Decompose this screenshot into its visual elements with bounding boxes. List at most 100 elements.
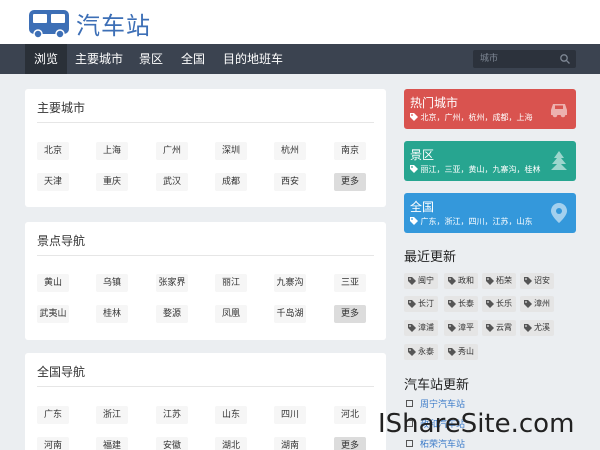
nav-item-scenic[interactable]: 景区 <box>134 44 168 74</box>
tag-icon <box>408 348 416 356</box>
city-chip[interactable]: 重庆 <box>96 173 128 191</box>
recent-tag[interactable]: 漳浦 <box>404 320 438 336</box>
scenic-chip[interactable]: 乌镇 <box>96 274 128 292</box>
city-chip[interactable]: 西安 <box>274 173 306 191</box>
recent-tag[interactable]: 长泰 <box>444 296 478 312</box>
tag-icon <box>448 277 456 285</box>
province-chip[interactable]: 四川 <box>274 406 306 424</box>
province-chip[interactable]: 河南 <box>37 437 69 450</box>
city-chip[interactable]: 南京 <box>334 142 366 160</box>
car-icon <box>551 104 567 118</box>
divider <box>37 122 374 123</box>
recent-tag[interactable]: 闽宁 <box>404 273 438 289</box>
card-list-text: 丽江，三亚，黄山，九寨沟，桂林 <box>420 165 541 174</box>
recent-tag[interactable]: 柘荣 <box>482 273 516 289</box>
nav-item-destination-bus[interactable]: 目的地班车 <box>220 44 286 74</box>
recent-tag[interactable]: 长汀 <box>404 296 438 312</box>
province-chip[interactable]: 浙江 <box>96 406 128 424</box>
more-button[interactable]: 更多 <box>334 437 366 450</box>
city-chip[interactable]: 上海 <box>96 142 128 160</box>
card-list-text: 广东，浙江，四川，江苏，山东 <box>420 217 533 226</box>
scenic-card[interactable]: 景区 丽江，三亚，黄山，九寨沟，桂林 <box>404 141 576 181</box>
tag-label: 长泰 <box>458 299 474 308</box>
site-title[interactable]: 汽车站 <box>76 6 151 41</box>
province-chip[interactable]: 山东 <box>215 406 247 424</box>
card-list-text: 北京，广州，杭州，成都，上海 <box>420 113 533 122</box>
search-icon[interactable] <box>559 53 571 65</box>
card-list: 北京，广州，杭州，成都，上海 <box>410 112 533 123</box>
province-chip[interactable]: 福建 <box>96 437 128 450</box>
tag-label: 漳州 <box>534 299 550 308</box>
list-bullet <box>406 400 413 407</box>
search-box <box>473 50 576 68</box>
city-chip[interactable]: 成都 <box>215 173 247 191</box>
divider <box>37 255 374 256</box>
more-button[interactable]: 更多 <box>334 305 366 323</box>
map-pin-icon <box>551 203 567 223</box>
nav-item-major-cities[interactable]: 主要城市 <box>72 44 126 74</box>
city-chip[interactable]: 北京 <box>37 142 69 160</box>
scenic-chip[interactable]: 三亚 <box>334 274 366 292</box>
tag-icon <box>410 165 418 173</box>
recent-tag[interactable]: 秀山 <box>444 344 478 360</box>
city-chip[interactable]: 武汉 <box>156 173 188 191</box>
city-chip[interactable]: 杭州 <box>274 142 306 160</box>
tag-label: 政和 <box>458 276 474 285</box>
province-chip[interactable]: 湖北 <box>215 437 247 450</box>
tag-icon <box>408 324 416 332</box>
divider <box>37 386 374 387</box>
tag-icon <box>408 300 416 308</box>
recent-tag[interactable]: 政和 <box>444 273 478 289</box>
scenic-chip[interactable]: 凤凰 <box>215 305 247 323</box>
tag-label: 柘荣 <box>496 276 512 285</box>
recent-tag[interactable]: 漳州 <box>520 296 554 312</box>
tag-label: 永泰 <box>418 347 434 356</box>
tag-label: 诏安 <box>534 276 550 285</box>
hot-cities-card[interactable]: 热门城市 北京，广州，杭州，成都，上海 <box>404 89 576 129</box>
scenic-chip[interactable]: 千岛湖 <box>274 305 306 323</box>
more-button[interactable]: 更多 <box>334 173 366 191</box>
city-chip[interactable]: 广州 <box>156 142 188 160</box>
scenic-chip[interactable]: 丽江 <box>215 274 247 292</box>
national-card[interactable]: 全国 广东，浙江，四川，江苏，山东 <box>404 193 576 233</box>
card-title: 景区 <box>410 148 435 162</box>
tag-icon <box>448 300 456 308</box>
national-panel: 全国导航 广东 浙江 江苏 山东 四川 河北 河南 福建 安徽 湖北 湖南 更多 <box>25 353 386 450</box>
tag-icon <box>524 277 532 285</box>
tag-icon <box>486 277 494 285</box>
nav-item-national[interactable]: 全国 <box>176 44 210 74</box>
scenic-chip[interactable]: 婺源 <box>156 305 188 323</box>
tag-icon <box>486 300 494 308</box>
bus-icon[interactable] <box>28 9 70 39</box>
tag-label: 尤溪 <box>534 323 550 332</box>
city-chip[interactable]: 深圳 <box>215 142 247 160</box>
scenic-chip[interactable]: 桂林 <box>96 305 128 323</box>
search-input[interactable] <box>473 50 555 68</box>
station-updates-title: 汽车站更新 <box>404 378 470 393</box>
recent-updates-title: 最近更新 <box>404 250 457 265</box>
scenic-chip[interactable]: 张家界 <box>156 274 188 292</box>
province-chip[interactable]: 河北 <box>334 406 366 424</box>
recent-tag[interactable]: 永泰 <box>404 344 438 360</box>
province-chip[interactable]: 湖南 <box>274 437 306 450</box>
major-cities-panel: 主要城市 北京 上海 广州 深圳 杭州 南京 天津 重庆 武汉 成都 西安 更多 <box>25 89 386 207</box>
scenic-panel: 景点导航 黄山 乌镇 张家界 丽江 九寨沟 三亚 武夷山 桂林 婺源 凤凰 千岛… <box>25 222 386 340</box>
recent-tag[interactable]: 漳平 <box>444 320 478 336</box>
recent-tag[interactable]: 长乐 <box>482 296 516 312</box>
province-chip[interactable]: 广东 <box>37 406 69 424</box>
scenic-chip[interactable]: 九寨沟 <box>274 274 306 292</box>
scenic-chip[interactable]: 武夷山 <box>37 305 69 323</box>
province-chip[interactable]: 江苏 <box>156 406 188 424</box>
scenic-chip[interactable]: 黄山 <box>37 274 69 292</box>
tag-icon <box>448 348 456 356</box>
recent-tag[interactable]: 尤溪 <box>520 320 554 336</box>
recent-tag[interactable]: 诏安 <box>520 273 554 289</box>
nav-item-browse[interactable]: 浏览 <box>25 44 67 74</box>
province-chip[interactable]: 安徽 <box>156 437 188 450</box>
recent-tag[interactable]: 云霄 <box>482 320 516 336</box>
tag-label: 云霄 <box>496 323 512 332</box>
station-update-link[interactable]: 柘荣汽车站 <box>406 438 465 450</box>
city-chip[interactable]: 天津 <box>37 173 69 191</box>
list-bullet <box>406 440 413 447</box>
tag-icon <box>524 324 532 332</box>
